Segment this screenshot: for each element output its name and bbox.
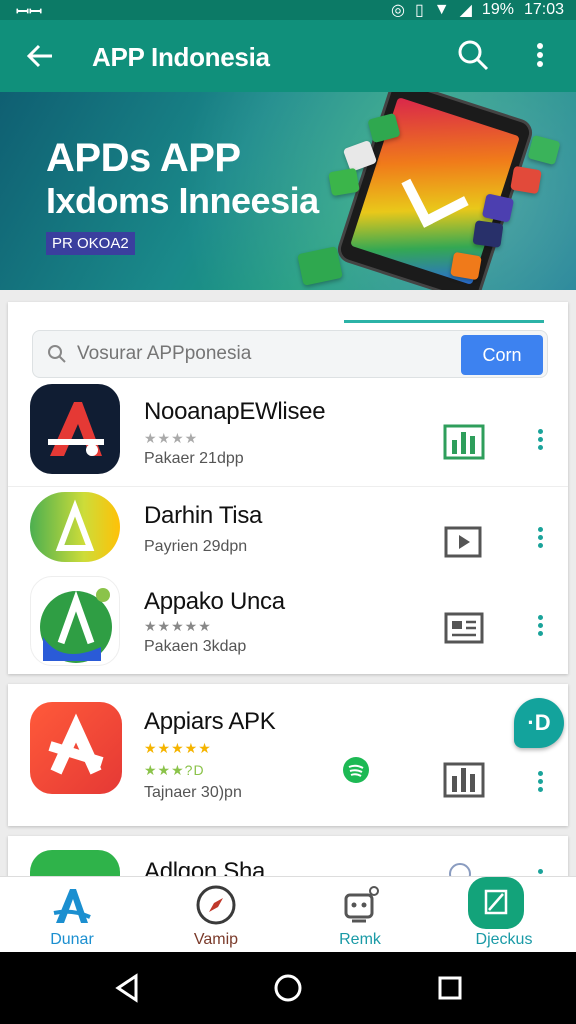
app-icon xyxy=(30,702,122,794)
search-button[interactable]: Corn xyxy=(461,335,543,375)
list-item[interactable]: NooanapEWlisee ★★★★ Pakaer 21dpp xyxy=(8,380,568,486)
nav-label: Djeckus xyxy=(475,931,533,948)
alarm-icon: ◎ xyxy=(390,2,405,19)
chart-icon[interactable] xyxy=(442,418,486,462)
list-item[interactable]: Appako Unca ★★★★★ Pakaen 3kdap xyxy=(8,574,568,670)
nav-label: Vamip xyxy=(193,931,239,948)
clock: 17:03 xyxy=(523,1,564,18)
compass-icon xyxy=(194,883,238,927)
search-icon[interactable] xyxy=(456,38,490,72)
robot-icon xyxy=(338,883,382,927)
app-rating: ★★★★★ xyxy=(144,740,212,756)
app-bar: APP Indonesia xyxy=(0,20,576,92)
app-name: Appako Unca xyxy=(144,588,285,615)
list-item[interactable]: Appiars APK ★★★★★ ★★★?D Tajnaer 30)pn xyxy=(8,684,568,826)
overflow-menu-icon[interactable] xyxy=(532,40,548,72)
system-navigation-bar xyxy=(0,952,576,1024)
featured-app-card: Appiars APK ★★★★★ ★★★?D Tajnaer 30)pn xyxy=(8,684,568,826)
app-meta: Tajnaer 30)pn xyxy=(144,784,242,801)
app-icon xyxy=(30,576,120,666)
app-list-card: Corn NooanapEWlisee ★★★★ Pakaer 21dpp Da… xyxy=(8,302,568,674)
nav-item-remk[interactable]: Remk xyxy=(288,877,432,953)
nav-label: Remk xyxy=(339,931,381,948)
app-meta: Pakaer 21dpp xyxy=(144,450,244,467)
item-menu-icon[interactable] xyxy=(532,426,548,456)
recents-nav-icon[interactable] xyxy=(434,972,466,1004)
app-name: Appiars APK xyxy=(144,708,276,735)
app-tile-icon xyxy=(328,167,360,197)
item-menu-icon[interactable] xyxy=(532,768,548,798)
list-item[interactable]: Darhin Tisa Payrien 29dpn xyxy=(8,488,568,574)
wifi-icon: ▼ xyxy=(433,1,450,18)
search-icon xyxy=(47,344,67,364)
app-rating: ★★★★ xyxy=(144,430,199,446)
spotify-icon xyxy=(342,756,370,784)
app-meta: Pakaen 3kdap xyxy=(144,638,247,655)
bottom-navigation: Dunar Vamip Remk Djeckus xyxy=(0,876,576,952)
chart-icon[interactable] xyxy=(442,756,486,800)
app-tile-icon xyxy=(472,220,504,248)
tab-indicator xyxy=(344,320,544,323)
app-meta: Payrien 29dpn xyxy=(144,538,248,555)
promo-banner[interactable]: APDs APP Ixdoms Inneesia PR OKOA2 xyxy=(0,92,576,290)
item-menu-icon[interactable] xyxy=(532,524,548,554)
signal-icon: ◢ xyxy=(459,2,472,19)
nav-item-dunar[interactable]: Dunar xyxy=(0,877,144,953)
banner-headline: APDs APP xyxy=(46,136,241,180)
edit-icon xyxy=(468,877,524,929)
app-rating-secondary: ★★★?D xyxy=(144,762,205,778)
divider xyxy=(8,486,568,487)
app-icon xyxy=(30,384,120,474)
chat-fab-button[interactable]: ·D xyxy=(514,698,564,748)
page-title: APP Indonesia xyxy=(92,42,270,72)
news-icon[interactable] xyxy=(442,606,486,650)
search-bar: Corn xyxy=(32,330,548,378)
app-icon xyxy=(30,492,120,562)
app-tile-icon xyxy=(510,165,542,195)
app-tile-icon xyxy=(450,251,482,281)
vibrate-icon: ▯ xyxy=(414,2,424,19)
nav-item-vamip[interactable]: Vamip xyxy=(144,877,288,953)
app-name: NooanapEWlisee xyxy=(144,398,326,425)
nav-item-djeckus[interactable]: Djeckus xyxy=(432,877,576,953)
app-rating: ★★★★★ xyxy=(144,618,212,634)
play-icon[interactable] xyxy=(442,520,486,564)
battery-level: 19% xyxy=(481,1,514,18)
a-logo-icon xyxy=(50,883,94,927)
nav-label: Dunar xyxy=(50,931,94,948)
back-nav-icon[interactable] xyxy=(112,972,144,1004)
status-notification: ꟷꟷ xyxy=(16,4,43,21)
banner-tag: PR OKOA2 xyxy=(46,232,135,255)
home-nav-icon[interactable] xyxy=(272,972,304,1004)
status-bar: ꟷꟷ ◎ ▯ ▼ ◢ 19% 17:03 xyxy=(0,0,576,21)
search-input[interactable] xyxy=(77,339,457,369)
item-menu-icon[interactable] xyxy=(532,612,548,642)
app-name: Darhin Tisa xyxy=(144,502,263,529)
banner-subheadline: Ixdoms Inneesia xyxy=(46,180,319,221)
back-arrow-icon[interactable] xyxy=(24,38,56,74)
